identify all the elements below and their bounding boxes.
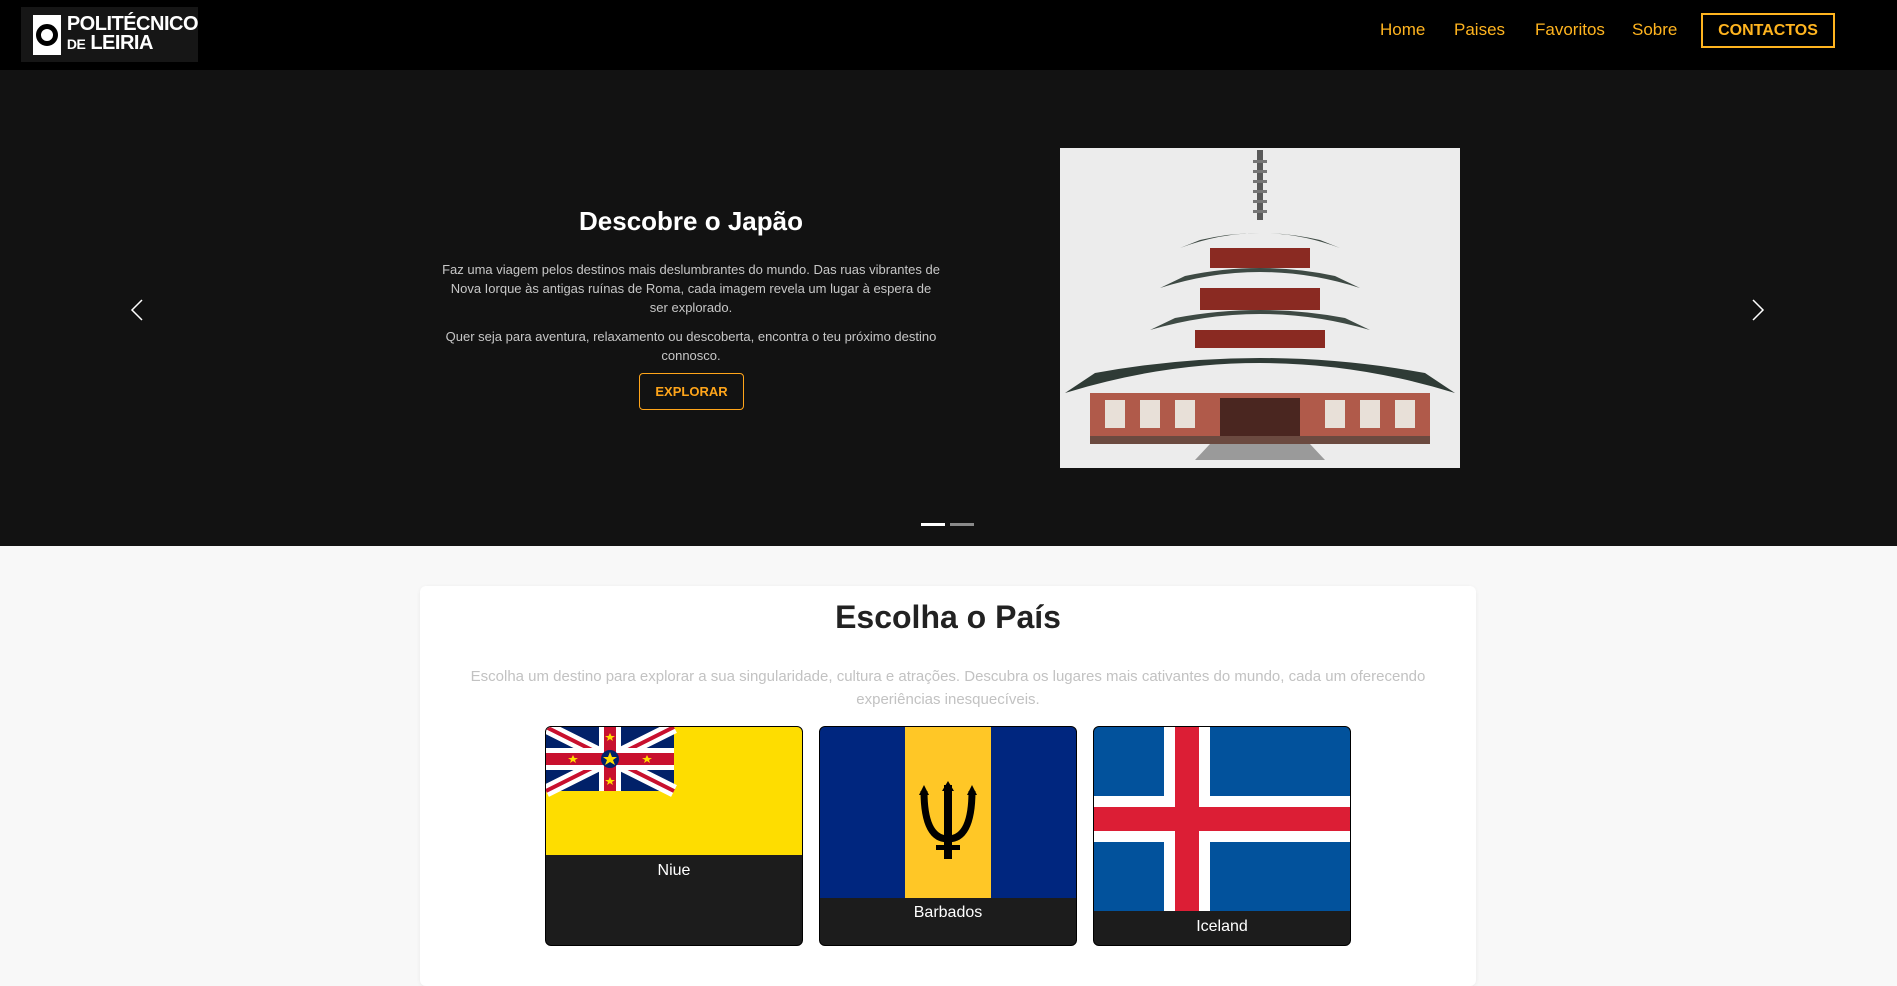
carousel-prev-icon[interactable] [124, 295, 154, 325]
country-card-niue[interactable]: Niue [545, 726, 803, 946]
politecnico-logo[interactable]: POLITÉCNICO DE LEIRIA [21, 7, 199, 62]
country-card-iceland[interactable]: Iceland [1093, 726, 1351, 946]
section-description: Escolha um destino para explorar a sua s… [470, 668, 1426, 708]
nav-link-home[interactable]: Home [1380, 20, 1425, 40]
hero-paragraph-1: Faz uma viagem pelos destinos mais deslu… [442, 262, 940, 315]
country-card-barbados[interactable]: Barbados [819, 726, 1077, 946]
carousel-indicator-1[interactable] [921, 523, 945, 526]
carousel-next-icon[interactable] [1741, 295, 1771, 325]
explore-button[interactable]: EXPLORAR [639, 373, 744, 410]
nav-link-sobre[interactable]: Sobre [1632, 20, 1677, 40]
niue-flag-icon [546, 727, 802, 855]
navbar: POLITÉCNICO DE LEIRIA Home Paises Favori… [0, 0, 1897, 70]
hero-title: Descobre o Japão [579, 206, 803, 236]
contacts-button[interactable]: CONTACTOS [1701, 13, 1835, 48]
country-name-niue: Niue [657, 862, 691, 879]
hero-paragraph-2: Quer seja para aventura, relaxamento ou … [445, 329, 937, 363]
hero-carousel: Descobre o Japão Faz uma viagem pelos de… [0, 70, 1897, 546]
section-title: Escolha o País [835, 599, 1061, 635]
logo-text: POLITÉCNICO DE LEIRIA [66, 13, 199, 54]
barbados-flag-icon [820, 727, 1076, 898]
country-name-iceland: Iceland [1196, 918, 1248, 935]
country-name-barbados: Barbados [913, 904, 983, 921]
iceland-flag-icon [1094, 727, 1350, 911]
carousel-indicator-2[interactable] [950, 523, 974, 526]
logo-mark-icon [33, 14, 61, 55]
nav-link-favoritos[interactable]: Favoritos [1535, 20, 1605, 40]
pagoda-image [1060, 148, 1460, 468]
country-section: Escolha o País Escolha um destino para e… [420, 586, 1476, 986]
nav-link-paises[interactable]: Paises [1454, 20, 1505, 40]
